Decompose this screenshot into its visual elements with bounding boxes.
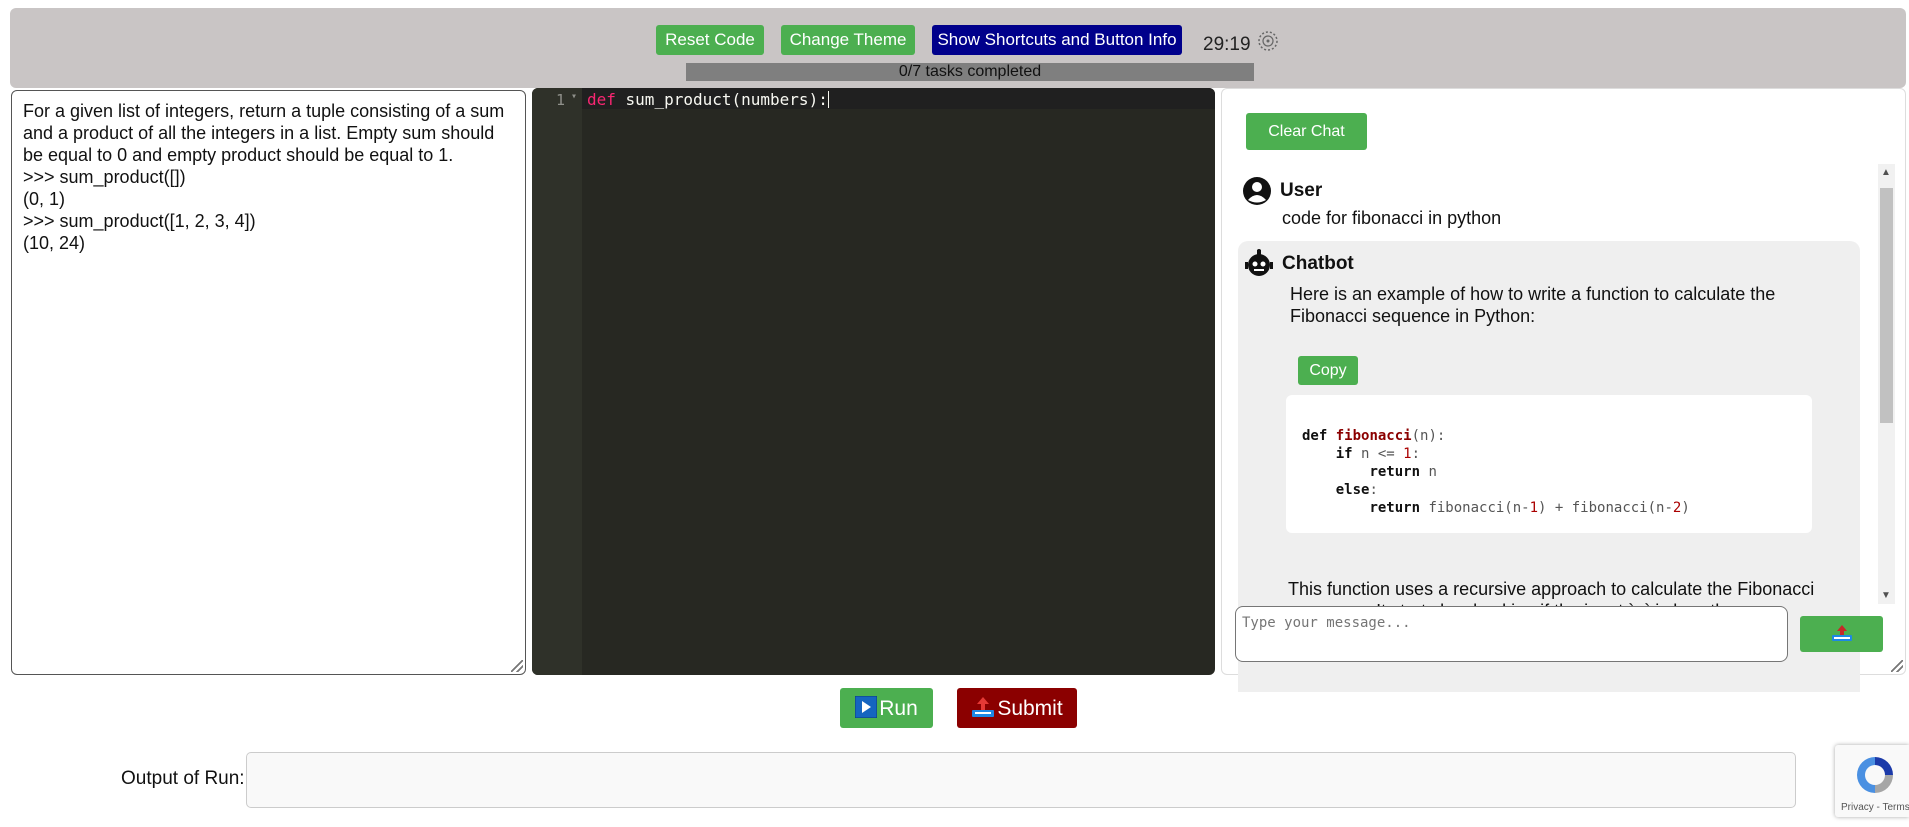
chat-panel: Clear Chat User code for fibonacci in py… xyxy=(1221,88,1906,692)
recaptcha-links[interactable]: Privacy - Terms xyxy=(1841,802,1909,813)
clear-chat-button[interactable]: Clear Chat xyxy=(1246,113,1367,150)
output-label: Output of Run: xyxy=(121,768,245,789)
chatbot-name: Chatbot xyxy=(1282,253,1354,274)
output-box xyxy=(246,752,1796,808)
chat-scrollbar[interactable]: ▲ ▼ xyxy=(1878,164,1895,604)
user-name: User xyxy=(1280,180,1323,201)
user-message-text: code for fibonacci in python xyxy=(1282,208,1502,228)
countdown-timer: 29:19 xyxy=(1203,34,1251,55)
scroll-down-icon[interactable]: ▼ xyxy=(1881,590,1891,601)
problem-text: For a given list of integers, return a t… xyxy=(23,101,505,253)
copy-code-button[interactable]: Copy xyxy=(1298,356,1358,385)
recaptcha-badge[interactable]: Privacy - Terms xyxy=(1835,745,1909,817)
recaptcha-logo-icon xyxy=(1857,757,1893,793)
run-button[interactable]: Run xyxy=(840,688,933,728)
text-cursor xyxy=(827,91,829,108)
editor-gutter: 1 ▾ xyxy=(532,88,582,675)
run-label: Run xyxy=(879,696,918,720)
scroll-thumb[interactable] xyxy=(1880,188,1893,423)
send-message-button[interactable] xyxy=(1800,616,1883,652)
tasks-progress-bar: 0/7 tasks completed xyxy=(686,63,1254,81)
keyword-def: def xyxy=(587,90,616,109)
loading-spinner-icon xyxy=(1258,31,1278,51)
line-number: 1 xyxy=(556,91,566,109)
chat-resize-handle-icon[interactable] xyxy=(1891,660,1903,672)
chatbot-intro-text: Here is an example of how to write a fun… xyxy=(1290,284,1776,326)
upload-icon xyxy=(972,696,995,717)
send-icon xyxy=(1831,624,1852,641)
resize-handle-icon[interactable] xyxy=(511,660,523,672)
change-theme-button[interactable]: Change Theme xyxy=(781,25,915,55)
reset-code-button[interactable]: Reset Code xyxy=(656,25,764,55)
code-editor[interactable]: 1 ▾ def sum_product(numbers): xyxy=(532,88,1215,675)
fold-arrow-icon[interactable]: ▾ xyxy=(571,91,577,102)
code-line-1[interactable]: def sum_product(numbers): xyxy=(587,90,829,109)
code-snippet-text: def fibonacci(n): if n <= 1: return n el… xyxy=(1302,428,1690,516)
code-snippet: def fibonacci(n): if n <= 1: return n el… xyxy=(1286,395,1812,533)
top-toolbar: Reset Code Change Theme Show Shortcuts a… xyxy=(10,8,1906,88)
scroll-up-icon[interactable]: ▲ xyxy=(1881,167,1891,178)
show-shortcuts-button[interactable]: Show Shortcuts and Button Info xyxy=(932,25,1182,55)
code-text: sum_product(numbers): xyxy=(615,90,828,109)
problem-description-panel[interactable]: For a given list of integers, return a t… xyxy=(11,90,526,675)
play-icon xyxy=(855,695,878,718)
chatbot-avatar-icon xyxy=(1245,249,1273,276)
progress-label: 0/7 tasks completed xyxy=(898,63,1042,80)
submit-button[interactable]: Submit xyxy=(957,688,1077,728)
chat-message-input[interactable] xyxy=(1235,606,1788,662)
submit-label: Submit xyxy=(997,696,1063,720)
user-avatar-icon xyxy=(1243,177,1271,205)
